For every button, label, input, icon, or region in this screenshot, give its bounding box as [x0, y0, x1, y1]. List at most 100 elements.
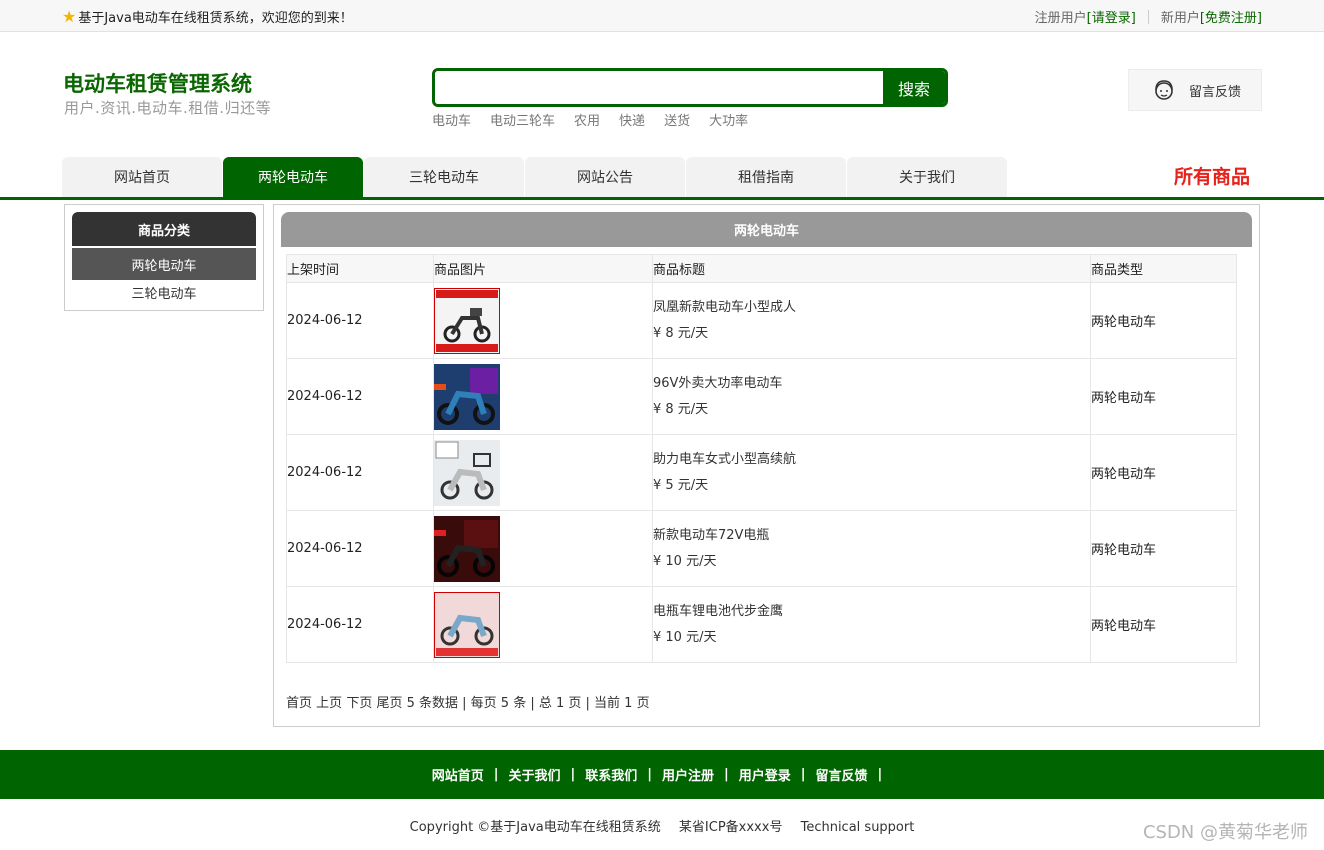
hot-keyword[interactable]: 送货: [664, 110, 690, 129]
product-image-cell: [433, 586, 653, 663]
footer-pipe: |: [647, 767, 652, 782]
product-type: 两轮电动车: [1090, 282, 1237, 359]
product-price: ¥ 5 元/天: [653, 477, 709, 493]
category-item-two-wheel[interactable]: 两轮电动车: [72, 248, 256, 280]
product-title[interactable]: 96V外卖大功率电动车: [653, 371, 1090, 397]
pagination: 首页 上页 下页 尾页 5 条数据 | 每页 5 条 | 总 1 页 | 当前 …: [286, 692, 650, 711]
main-nav: 网站首页 两轮电动车 三轮电动车 网站公告 租借指南 关于我们 所有商品: [0, 156, 1324, 200]
nav-tab-announcements[interactable]: 网站公告: [525, 157, 685, 197]
product-image[interactable]: [434, 287, 500, 354]
product-image[interactable]: [434, 515, 500, 582]
product-title[interactable]: 凤凰新款电动车小型成人: [653, 295, 1090, 321]
welcome-text: 基于Java电动车在线租赁系统，欢迎您的到来！: [78, 11, 353, 26]
footer-link-feedback[interactable]: 留言反馈: [816, 765, 868, 784]
footer-link-contact[interactable]: 联系我们: [585, 765, 637, 784]
listing-date: 2024-06-12: [286, 586, 434, 663]
site-subtitle: 用户.资讯.电动车.租借.归还等: [64, 99, 272, 117]
customer-service-icon: [1155, 80, 1173, 100]
search-input[interactable]: [435, 71, 883, 104]
register-user-label: 注册用户: [1034, 11, 1087, 26]
column-header: 商品图片: [433, 254, 653, 283]
search-button[interactable]: 搜索: [883, 71, 945, 104]
product-image-cell: [433, 282, 653, 359]
account-links: 注册用户 [请登录] 新用户 [免费注册]: [1035, 7, 1262, 26]
product-image[interactable]: [434, 363, 500, 430]
divider: [1147, 9, 1149, 24]
copyright-line: Copyright ©基于Java电动车在线租赁系统 某省ICP备xxxx号 T…: [0, 816, 1324, 835]
column-header: 上架时间: [286, 254, 434, 283]
hot-keyword[interactable]: 农用: [574, 110, 600, 129]
table-row[interactable]: 2024-06-12 凤凰新款电动车小型成人 ¥ 8 元/天 两轮电动车: [286, 282, 1237, 359]
login-link[interactable]: [请登录]: [1087, 7, 1136, 26]
hot-keyword[interactable]: 电动车: [432, 110, 471, 129]
product-type: 两轮电动车: [1090, 510, 1237, 587]
table-row[interactable]: 2024-06-12 电瓶车锂电池代步金鹰 ¥ 10 元/天 两轮电动车: [286, 586, 1237, 663]
footer-link-home[interactable]: 网站首页: [432, 765, 484, 784]
footer-pipe: |: [800, 767, 806, 782]
product-image-cell: [433, 434, 653, 511]
pager-last[interactable]: 尾页: [376, 696, 402, 711]
footer-pipe: |: [724, 767, 729, 782]
table-row[interactable]: 2024-06-12 助力电车女式小型高续航 ¥ 5 元/天 两轮电动车: [286, 434, 1237, 511]
table-header-row: 上架时间 商品图片 商品标题 商品类型: [286, 254, 1237, 283]
listing-date: 2024-06-12: [286, 510, 434, 587]
hot-keyword[interactable]: 快递: [619, 110, 645, 129]
hot-keyword[interactable]: 大功率: [709, 110, 748, 129]
pager-summary: 5 条数据 | 每页 5 条 | 总 1 页 | 当前 1 页: [406, 696, 650, 711]
product-title-cell: 助力电车女式小型高续航 ¥ 5 元/天: [652, 434, 1091, 511]
listing-date: 2024-06-12: [286, 434, 434, 511]
category-item-three-wheel[interactable]: 三轮电动车: [72, 280, 256, 304]
product-image-cell: [433, 510, 653, 587]
footer-pipe: |: [570, 767, 576, 782]
product-title-cell: 新款电动车72V电瓶 ¥ 10 元/天: [652, 510, 1091, 587]
nav-tab-three-wheel[interactable]: 三轮电动车: [364, 157, 524, 197]
search-box: 搜索: [432, 68, 948, 107]
footer-link-about[interactable]: 关于我们: [508, 765, 560, 784]
watermark: CSDN @黄菊华老师: [1142, 822, 1308, 843]
hot-keyword[interactable]: 电动三轮车: [490, 110, 555, 129]
product-type: 两轮电动车: [1090, 434, 1237, 511]
all-goods-label: 所有商品: [1173, 166, 1250, 188]
nav-tab-two-wheel[interactable]: 两轮电动车: [223, 157, 363, 197]
listing-date: 2024-06-12: [286, 358, 434, 435]
nav-tab-home[interactable]: 网站首页: [62, 157, 222, 197]
product-title[interactable]: 助力电车女式小型高续航: [653, 447, 1090, 473]
product-title[interactable]: 新款电动车72V电瓶: [653, 523, 1090, 549]
pager-first[interactable]: 首页: [286, 696, 312, 711]
header: 电动车租赁管理系统 用户.资讯.电动车.租借.归还等 搜索 电动车 电动三轮车 …: [0, 32, 1324, 156]
register-link[interactable]: [免费注册]: [1200, 7, 1262, 26]
product-type: 两轮电动车: [1090, 586, 1237, 663]
product-image-cell: [433, 358, 653, 435]
product-title-cell: 96V外卖大功率电动车 ¥ 8 元/天: [652, 358, 1091, 435]
pager-next[interactable]: 下页: [346, 696, 372, 711]
support-text: Technical support: [800, 820, 915, 835]
column-header: 商品类型: [1090, 254, 1237, 283]
panel-heading: 两轮电动车: [281, 212, 1252, 247]
nav-tab-rental-guide[interactable]: 租借指南: [686, 157, 846, 197]
pager-prev[interactable]: 上页: [316, 696, 342, 711]
category-heading: 商品分类: [72, 212, 256, 246]
hot-keywords: 电动车 电动三轮车 农用 快递 送货 大功率: [432, 110, 748, 129]
product-image[interactable]: [434, 439, 500, 506]
footer-pipe: |: [493, 767, 499, 782]
category-sidebar: 商品分类 两轮电动车 三轮电动车: [64, 204, 264, 311]
footer-links: 网站首页 | 关于我们 | 联系我们 | 用户注册 | 用户登录 | 留言反馈 |: [0, 750, 1324, 799]
column-header: 商品标题: [652, 254, 1091, 283]
footer-link-login[interactable]: 用户登录: [739, 765, 791, 784]
feedback-label: 留言反馈: [1189, 84, 1242, 100]
site-title: 电动车租赁管理系统: [63, 72, 252, 96]
nav-tab-about[interactable]: 关于我们: [847, 157, 1007, 197]
product-price: ¥ 8 元/天: [653, 401, 709, 417]
product-price: ¥ 8 元/天: [653, 325, 709, 341]
welcome-message: ★ 基于Java电动车在线租赁系统，欢迎您的到来！: [62, 7, 353, 26]
table-row[interactable]: 2024-06-12 新款电动车72V电瓶 ¥ 10 元/天 两轮电动车: [286, 510, 1237, 587]
product-image[interactable]: [434, 591, 500, 658]
product-price: ¥ 10 元/天: [653, 629, 717, 645]
feedback-button[interactable]: 留言反馈: [1128, 69, 1262, 111]
table-row[interactable]: 2024-06-12 96V外卖大功率电动车 ¥ 8 元/天 两轮电动车: [286, 358, 1237, 435]
footer-link-register[interactable]: 用户注册: [662, 765, 714, 784]
top-bar: ★ 基于Java电动车在线租赁系统，欢迎您的到来！ 注册用户 [请登录] 新用户…: [0, 0, 1324, 32]
product-price: ¥ 10 元/天: [653, 553, 717, 569]
product-title[interactable]: 电瓶车锂电池代步金鹰: [653, 599, 1090, 625]
product-title-cell: 电瓶车锂电池代步金鹰 ¥ 10 元/天: [652, 586, 1091, 663]
